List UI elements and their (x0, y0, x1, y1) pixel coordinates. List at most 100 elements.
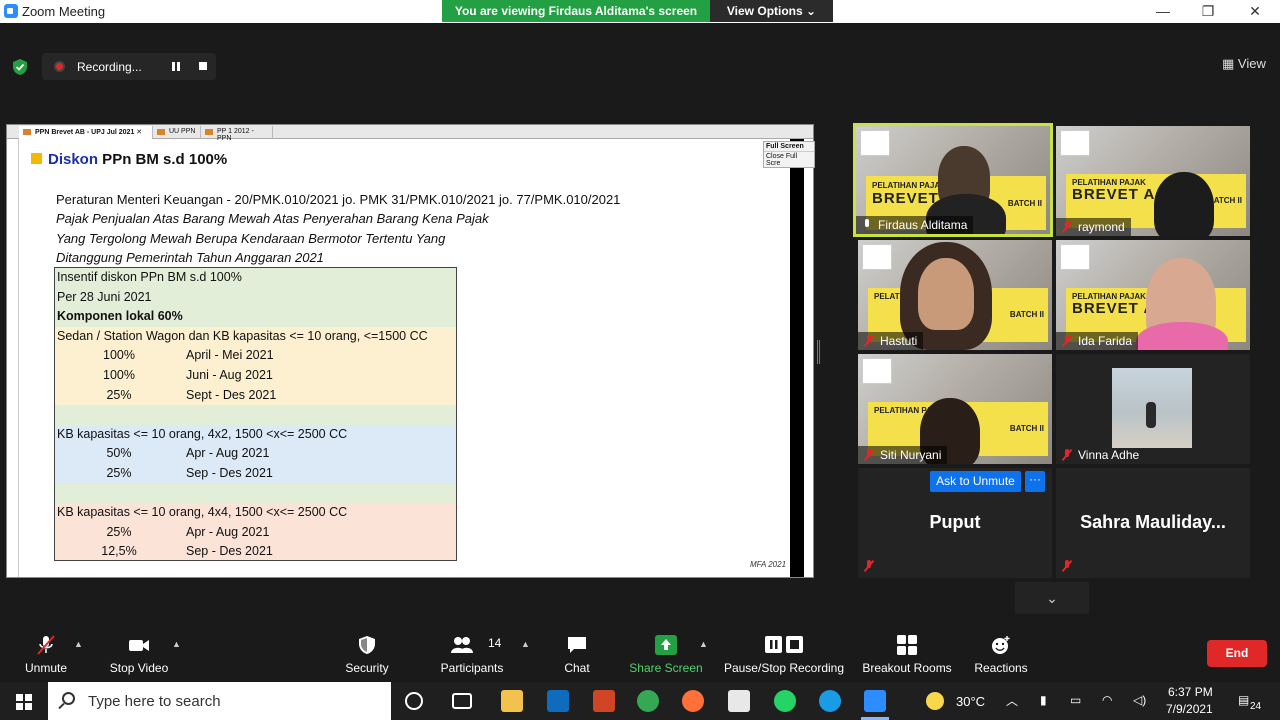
share-screen-button[interactable]: Share Screen (629, 630, 703, 682)
regulation-line: Peraturan Menteri Keuangan - 20/PMK.010/… (56, 192, 621, 207)
minimize-button[interactable]: — (1140, 0, 1186, 23)
view-options-button[interactable]: View Options ⌄ (710, 0, 833, 22)
share-options-caret-icon[interactable]: ▲ (699, 639, 708, 649)
profile-photo-figure (1146, 402, 1156, 428)
participant-face (918, 258, 974, 330)
table-row (55, 483, 456, 504)
panel-splitter[interactable] (817, 340, 820, 364)
stop-recording-icon[interactable] (199, 62, 207, 70)
banner-text: BREVET A& (1072, 186, 1168, 203)
ask-to-unmute-button[interactable]: Ask to Unmute (930, 471, 1021, 492)
outlook-icon[interactable] (547, 690, 569, 712)
security-button[interactable]: Security (337, 630, 397, 682)
notification-count: 24 (1248, 701, 1264, 712)
document-tabs: PPN Brevet AB - UPJ Jul 2021 ✕ UU PPN PP… (7, 125, 813, 142)
table-row: 100% Juni - Aug 2021 (55, 366, 456, 386)
wifi-icon[interactable]: ◠ (1102, 693, 1112, 707)
chevron-down-icon: ⌄ (1046, 590, 1058, 606)
tab-pp-1-2012[interactable]: PP 1 2012 - PPN (201, 126, 273, 142)
reactions-button[interactable]: Reactions (970, 630, 1032, 682)
pause-stop-recording-button[interactable]: Pause/Stop Recording (722, 630, 846, 682)
video-tile-vinna-adhe[interactable]: Vinna Adhe (1056, 354, 1250, 464)
video-options-caret-icon[interactable]: ▲ (172, 639, 181, 649)
close-full-screen-item[interactable]: Close Full Scre (764, 152, 814, 168)
full-screen-menu[interactable]: Full Screen Close Full Scre (763, 141, 815, 168)
full-screen-item[interactable]: Full Screen (764, 142, 814, 152)
breakout-rooms-button[interactable]: Breakout Rooms (860, 630, 954, 682)
slide-scrollbar[interactable] (790, 139, 804, 577)
table-row: Sedan / Station Wagon dan KB kapasitas <… (55, 326, 456, 347)
chat-button[interactable]: Chat (556, 630, 598, 682)
clock-date[interactable]: 7/9/2021 (1166, 702, 1213, 716)
battery-icon[interactable]: ▭ (1070, 693, 1081, 707)
toolbar-label: Security (345, 661, 389, 675)
video-tile-firdaus[interactable]: PELATIHAN PAJAK BREVET A BATCH II Firdau… (853, 123, 1053, 237)
clock-time[interactable]: 6:37 PM (1168, 685, 1213, 699)
windows-start-icon[interactable] (16, 694, 32, 710)
taskbar-search[interactable]: Type here to search (48, 682, 391, 720)
edge-icon[interactable] (819, 690, 841, 712)
snipping-tool-icon[interactable] (728, 690, 750, 712)
pause-recording-icon[interactable] (172, 62, 181, 71)
cell: Per 28 Juni 2021 (57, 289, 152, 304)
whatsapp-icon[interactable] (774, 690, 796, 712)
video-tile-raymond[interactable]: PELATIHAN PAJAK BREVET A& BATCH II raymo… (1056, 126, 1250, 236)
chevron-down-icon: ⌄ (806, 4, 817, 18)
training-logo (1060, 130, 1090, 156)
participant-name-text: Hastuti (880, 334, 918, 348)
encryption-shield-icon[interactable] (12, 59, 28, 75)
unmute-button[interactable]: Unmute (16, 630, 76, 682)
meeting-toolbar: Unmute ▲ Stop Video ▲ Security 14 Partic… (0, 630, 1280, 682)
pause-stop-icon (765, 636, 803, 653)
video-tile-hastuti[interactable]: PELATIHAN PAJAK BATCH II Hastuti (858, 240, 1052, 350)
view-button[interactable]: ▦ View (1222, 56, 1266, 72)
participant-name: Ida Farida (1056, 332, 1139, 350)
end-meeting-button[interactable]: End (1207, 640, 1267, 667)
training-logo (860, 130, 890, 156)
toolbar-label: Chat (564, 661, 590, 675)
tray-overflow-icon[interactable]: ︿ (1006, 692, 1018, 709)
stop-video-button[interactable]: Stop Video (106, 630, 172, 682)
more-options-button[interactable]: ··· (1025, 471, 1045, 492)
video-tile-siti-nuryani[interactable]: PELATIHAN PAJAK BATCH II Siti Nuryani (858, 354, 1052, 464)
scroll-down-button[interactable]: ⌄ (1015, 582, 1089, 614)
cell: Insentif diskon PPn BM s.d 100% (57, 270, 242, 284)
recording-indicator: Recording... (42, 53, 216, 80)
chrome-icon[interactable] (637, 690, 659, 712)
volume-icon[interactable]: ◁) (1133, 693, 1146, 707)
tab-label: PP 1 2012 - PPN (217, 128, 254, 142)
weather-icon[interactable] (926, 692, 944, 710)
close-button[interactable]: ✕ (1232, 0, 1278, 23)
tab-ppn-brevet[interactable]: PPN Brevet AB - UPJ Jul 2021 ✕ (19, 126, 153, 139)
table-row: Insentif diskon PPn BM s.d 100% (55, 268, 456, 288)
participants-button[interactable]: 14 Participants (438, 630, 506, 682)
tab-uu-ppn[interactable]: UU PPN (153, 126, 201, 139)
muted-mic-icon (1062, 335, 1072, 347)
shared-screen[interactable]: PPN Brevet AB - UPJ Jul 2021 ✕ UU PPN PP… (6, 124, 815, 578)
acrobat-icon[interactable] (593, 690, 615, 712)
task-view-icon[interactable] (452, 693, 472, 709)
audio-options-caret-icon[interactable]: ▲ (74, 639, 83, 649)
banner-text: BATCH II (1009, 424, 1044, 433)
firefox-icon[interactable] (682, 690, 704, 712)
muted-microphone-icon (37, 635, 55, 655)
training-logo (862, 244, 892, 270)
cortana-icon[interactable] (405, 692, 423, 710)
participant-name-text: Vinna Adhe (1078, 448, 1140, 462)
muted-mic-icon (864, 335, 874, 347)
participants-options-caret-icon[interactable]: ▲ (521, 639, 530, 649)
toolbar-label: Breakout Rooms (862, 661, 952, 675)
restore-button[interactable]: ❐ (1185, 0, 1231, 23)
name-tile-sahra[interactable]: Sahra Mauliday... (1056, 468, 1250, 578)
file-explorer-icon[interactable] (501, 690, 523, 712)
microphone-tray-icon[interactable]: ▮ (1040, 693, 1047, 707)
toolbar-label: Reactions (974, 661, 1028, 675)
video-tile-ida-farida[interactable]: PELATIHAN PAJAK BREVET A Ida Farida (1056, 240, 1250, 350)
title-bar: Zoom Meeting You are viewing Firdaus Ald… (0, 0, 1280, 23)
view-options-label: View Options (726, 4, 803, 18)
zoom-taskbar-icon[interactable] (864, 690, 886, 712)
table-row: KB kapasitas <= 10 orang, 4x4, 1500 <x<=… (55, 503, 456, 523)
table-row: 50% Apr - Aug 2021 (55, 444, 456, 464)
participant-name: Siti Nuryani (858, 446, 948, 464)
cell: 25% (106, 387, 132, 402)
